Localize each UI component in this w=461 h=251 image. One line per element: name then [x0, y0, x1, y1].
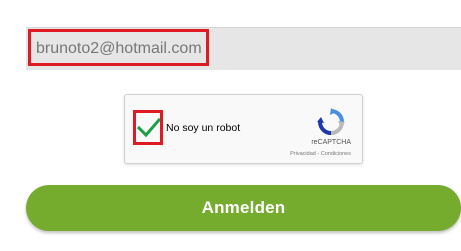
- recaptcha-widget: No soy un robot reCAPTCHA Privacidad - C…: [124, 94, 363, 164]
- email-highlight-box: [28, 29, 209, 66]
- recaptcha-brand: reCAPTCHA: [311, 139, 351, 146]
- recaptcha-logo-icon: [317, 108, 345, 136]
- captcha-label: No soy un robot: [166, 122, 241, 134]
- checkbox-highlight-box: [133, 110, 163, 145]
- submit-button[interactable]: Anmelden: [26, 185, 461, 231]
- recaptcha-links[interactable]: Privacidad - Condiciones: [290, 151, 351, 157]
- login-page: brunoto2@hotmail.com No soy un robot reC…: [0, 0, 461, 251]
